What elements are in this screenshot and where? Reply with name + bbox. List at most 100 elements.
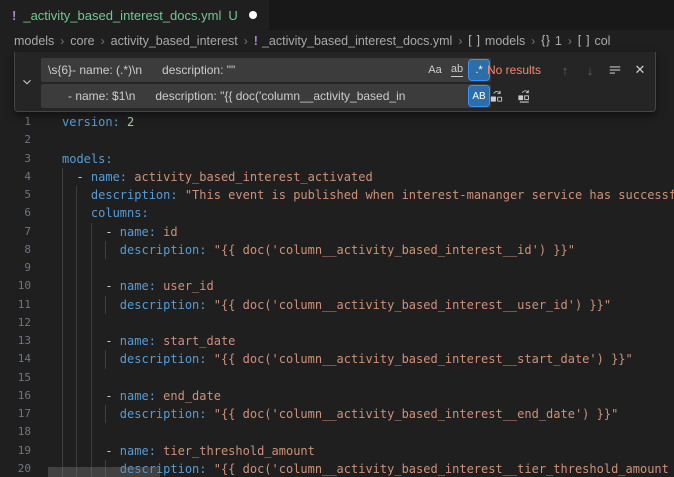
breadcrumb-item-core[interactable]: core [70,34,94,48]
breadcrumb-label: models [14,34,54,48]
code-line: 8 description: "{{ doc('column__activity… [0,241,674,259]
code-line: 1 version: 2 [0,113,674,131]
replace-all-icon [517,89,532,104]
line-number[interactable]: 12 [0,314,31,332]
regex-toggle[interactable]: .* [469,60,489,80]
horizontal-scrollbar-thumb[interactable] [48,467,160,477]
line-number[interactable]: 15 [0,369,31,387]
yaml-file-icon: ! [12,8,16,23]
modified-dot-icon[interactable] [249,11,257,19]
code-line: 2 [0,131,674,149]
line-number[interactable]: 1 [0,113,31,131]
indent-guide [105,405,106,423]
code-line: 5 description: "This event is published … [0,186,674,204]
find-nav-buttons: ↑ ↓ ✕ [555,60,650,80]
code-text[interactable]: - name: user_id [62,277,214,295]
code-line: 3 models: [0,150,674,168]
code-text[interactable]: description: "{{ doc('column__activity_b… [62,296,611,314]
code-line: 9 [0,259,674,277]
breadcrumb-separator: › [244,34,248,48]
breadcrumb-item-activity_based_interest[interactable]: activity_based_interest [111,34,238,48]
code-text[interactable]: version: 2 [62,113,134,131]
line-number[interactable]: 18 [0,423,31,441]
chevron-down-icon [20,75,34,89]
code-line: 19 - name: tier_threshold_amount [0,442,674,460]
code-line: 14 description: "{{ doc('column__activit… [0,350,674,368]
replace-button[interactable] [485,86,507,106]
line-number[interactable]: 6 [0,204,31,222]
code-line: 10 - name: user_id [0,277,674,295]
code-line: 4 - name: activity_based_interest_activa… [0,168,674,186]
breadcrumb-label: 1 [555,34,562,48]
breadcrumb-item-models[interactable]: [ ]models [468,34,525,48]
breadcrumb-item-1[interactable]: {} 1 [541,34,562,48]
line-number[interactable]: 13 [0,332,31,350]
code-lines: 1version: 223models:4 - name: activity_b… [0,113,674,477]
next-match-button[interactable]: ↓ [580,60,600,80]
code-text[interactable]: models: [62,150,113,168]
line-number[interactable]: 19 [0,442,31,460]
code-line: 16 - name: end_date [0,387,674,405]
code-text[interactable]: description: "This event is published wh… [62,186,674,204]
indent-guide [76,186,77,477]
tab-filename: _activity_based_interest_docs.yml [23,8,221,23]
symbol-object-icon: {} [541,35,551,47]
code-text[interactable]: description: "{{ doc('column__activity_b… [62,241,575,259]
replace-all-button[interactable] [513,86,535,106]
code-text[interactable]: - name: id [62,223,178,241]
breadcrumb: models › core › activity_based_interest › !_ac… [0,30,674,52]
code-line: 15 [0,369,674,387]
line-number[interactable]: 3 [0,150,31,168]
tab-active-file[interactable]: ! _activity_based_interest_docs.yml U [0,0,269,30]
breadcrumb-item-col[interactable]: [ ]col [578,34,611,48]
git-status-badge: U [228,8,237,23]
line-number[interactable]: 8 [0,241,31,259]
code-line: 6 columns: [0,204,674,222]
line-number[interactable]: 14 [0,350,31,368]
line-number[interactable]: 20 [0,460,31,477]
breadcrumb-item-_activity_based_interest_docs.yml[interactable]: !_activity_based_interest_docs.yml [254,34,453,48]
yaml-file-icon: ! [254,34,258,48]
breadcrumb-item-models[interactable]: models [14,34,54,48]
symbol-array-icon: [ ] [578,35,591,47]
code-text[interactable]: columns: [62,204,149,222]
line-number[interactable]: 17 [0,405,31,423]
replace-input[interactable] [41,84,469,108]
symbol-array-icon: [ ] [468,35,481,47]
line-number[interactable]: 4 [0,168,31,186]
find-input-box: Aa ab .* [41,58,491,82]
line-number[interactable]: 2 [0,131,31,149]
whole-word-toggle[interactable]: ab [447,60,467,80]
code-line: 12 [0,314,674,332]
close-find-widget-button[interactable]: ✕ [630,60,650,80]
code-text[interactable]: - name: tier_threshold_amount [62,442,315,460]
line-number[interactable]: 11 [0,296,31,314]
match-case-toggle[interactable]: Aa [425,60,445,80]
breadcrumb-label: activity_based_interest [111,34,238,48]
code-text[interactable]: description: "{{ doc('column__activity_b… [62,405,618,423]
code-text[interactable]: - name: activity_based_interest_activate… [62,168,373,186]
find-input[interactable] [41,58,425,82]
find-in-selection-button[interactable] [605,60,625,80]
breadcrumb-separator: › [101,34,105,48]
indent-guide [105,350,106,368]
breadcrumb-separator: › [60,34,64,48]
code-editor: 1version: 223models:4 - name: activity_b… [0,52,674,477]
line-number[interactable]: 16 [0,387,31,405]
breadcrumb-separator: › [531,34,535,48]
code-text[interactable]: description: "{{ doc('column__activity_b… [62,350,633,368]
toggle-replace-button[interactable] [15,52,38,111]
line-number[interactable]: 10 [0,277,31,295]
code-line: 13 - name: start_date [0,332,674,350]
tab-bar: ! _activity_based_interest_docs.yml U [0,0,674,30]
indent-guide [91,223,92,477]
indent-guide [62,168,63,477]
line-number[interactable]: 7 [0,223,31,241]
code-line: 11 description: "{{ doc('column__activit… [0,296,674,314]
code-line: 7 - name: id [0,223,674,241]
previous-match-button[interactable]: ↑ [555,60,575,80]
line-number[interactable]: 9 [0,259,31,277]
line-number[interactable]: 5 [0,186,31,204]
code-text[interactable]: - name: end_date [62,387,221,405]
code-text[interactable]: - name: start_date [62,332,235,350]
